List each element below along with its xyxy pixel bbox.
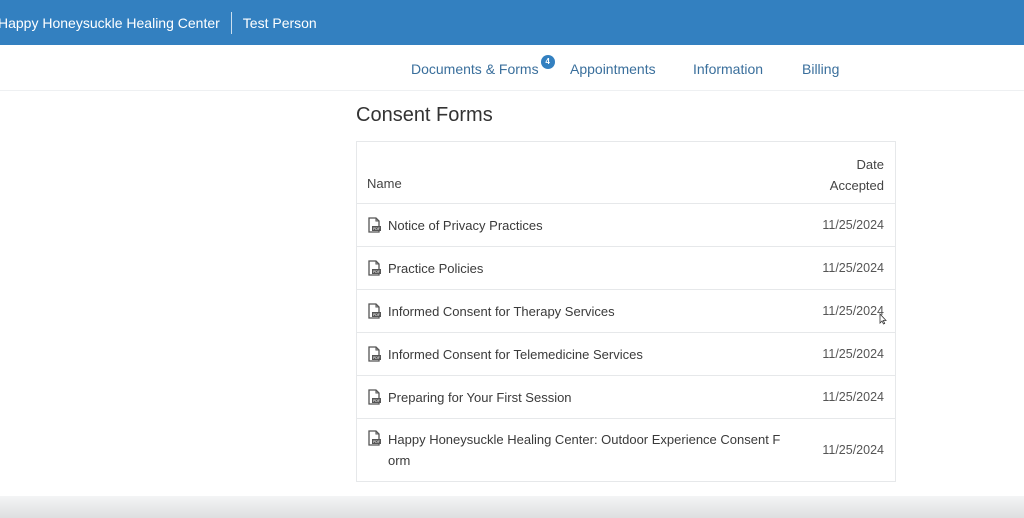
svg-text:PDF: PDF	[373, 313, 380, 317]
pdf-file-icon: PDF	[368, 217, 381, 233]
column-header-date-line1: Date	[856, 157, 884, 172]
page-title: Consent Forms	[356, 104, 493, 126]
column-header-date-accepted: Date Accepted	[830, 154, 884, 196]
documents-count-badge: 4	[540, 55, 555, 69]
date-accepted: 11/25/2024	[822, 390, 884, 404]
top-header-bar: Happy Honeysuckle Healing Center Test Pe…	[0, 0, 1024, 45]
table-row[interactable]: PDF Notice of Privacy Practices 11/25/20…	[357, 204, 895, 247]
svg-text:PDF: PDF	[373, 440, 380, 444]
pdf-file-icon: PDF	[368, 389, 381, 405]
user-name[interactable]: Test Person	[243, 15, 317, 31]
pdf-file-icon: PDF	[368, 260, 381, 276]
table-row[interactable]: PDF Preparing for Your First Session 11/…	[357, 376, 895, 419]
practice-name[interactable]: Happy Honeysuckle Healing Center	[0, 15, 220, 31]
date-accepted: 11/25/2024	[822, 304, 884, 318]
svg-text:PDF: PDF	[373, 227, 380, 231]
date-accepted: 11/25/2024	[822, 218, 884, 232]
tab-information[interactable]: Information	[693, 61, 763, 77]
date-accepted: 11/25/2024	[822, 443, 884, 457]
consent-forms-table: Name Date Accepted PDF Notice of Privacy…	[356, 141, 896, 482]
tab-documents-forms-label: Documents & Forms	[411, 61, 539, 77]
form-name[interactable]: Notice of Privacy Practices	[388, 215, 788, 236]
header-divider	[230, 11, 232, 34]
bottom-edge-shadow	[0, 496, 1024, 518]
pdf-file-icon: PDF	[368, 346, 381, 362]
mouse-cursor-icon	[879, 313, 887, 325]
column-header-name: Name	[367, 176, 402, 191]
table-row[interactable]: PDF Informed Consent for Therapy Service…	[357, 290, 895, 333]
svg-text:PDF: PDF	[373, 399, 380, 403]
form-name[interactable]: Informed Consent for Telemedicine Servic…	[388, 344, 788, 365]
form-name[interactable]: Informed Consent for Therapy Services	[388, 301, 788, 322]
pdf-file-icon: PDF	[368, 430, 381, 446]
form-name[interactable]: Happy Honeysuckle Healing Center: Outdoo…	[388, 429, 783, 471]
table-row[interactable]: PDF Informed Consent for Telemedicine Se…	[357, 333, 895, 376]
pdf-file-icon: PDF	[368, 303, 381, 319]
svg-text:PDF: PDF	[373, 270, 380, 274]
table-header: Name Date Accepted	[357, 142, 895, 204]
date-accepted: 11/25/2024	[822, 347, 884, 361]
tab-billing[interactable]: Billing	[802, 61, 839, 77]
table-row[interactable]: PDF Practice Policies 11/25/2024	[357, 247, 895, 290]
svg-text:PDF: PDF	[373, 356, 380, 360]
tab-appointments[interactable]: Appointments	[570, 61, 656, 77]
tab-documents-forms[interactable]: Documents & Forms 4	[411, 55, 555, 77]
date-accepted: 11/25/2024	[822, 261, 884, 275]
form-name[interactable]: Practice Policies	[388, 258, 788, 279]
table-row[interactable]: PDF Happy Honeysuckle Healing Center: Ou…	[357, 419, 895, 481]
column-header-date-line2: Accepted	[829, 178, 884, 193]
main-nav: Documents & Forms 4 Appointments Informa…	[0, 45, 1024, 91]
form-name[interactable]: Preparing for Your First Session	[388, 387, 788, 408]
